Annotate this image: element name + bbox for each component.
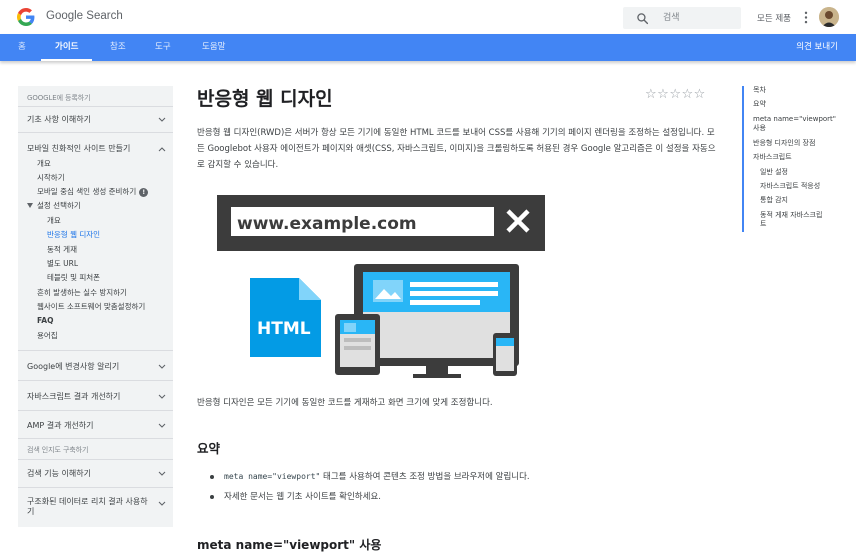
code-snippet: meta name="viewport"	[224, 472, 321, 481]
phone-icon	[493, 333, 517, 376]
toc-item-viewport-2[interactable]: 사용	[753, 124, 766, 133]
sidebar-item-dynamic[interactable]: 동적 게재	[47, 244, 77, 255]
list-item: 자세한 문서는 웹 기초 사이트를 확인하세요.	[210, 490, 530, 510]
send-feedback-button[interactable]: 의견 보내기	[796, 34, 838, 61]
sidebar-item-config[interactable]: 설정 선택하기	[37, 200, 81, 211]
summary-list: meta name="viewport" 태그를 사용하여 콘텐츠 조정 방법을…	[210, 470, 530, 510]
responsive-design-illustration: www.example.com HTML	[217, 195, 545, 378]
chevron-down-icon[interactable]	[158, 117, 166, 123]
sidebar-heading: GOOGLE에 등록하기	[27, 94, 91, 102]
toc-title: 목차	[753, 86, 766, 94]
hero-html-label: HTML	[257, 319, 311, 339]
search-icon[interactable]	[636, 12, 649, 25]
star-icon[interactable]: ☆	[669, 87, 681, 102]
divider	[18, 350, 173, 351]
table-of-contents: 목차 요약 meta name="viewport" 사용 반응형 디자인의 장…	[742, 86, 842, 232]
viewport-section-heading: meta name="viewport" 사용	[197, 538, 382, 552]
sidebar-item-notify-google[interactable]: Google에 변경사항 알리기	[27, 361, 119, 372]
triangle-down-icon[interactable]	[27, 203, 33, 208]
divider	[18, 132, 173, 133]
sidebar-item-responsive[interactable]: 반응형 웹 디자인	[47, 229, 100, 240]
chevron-up-icon[interactable]	[158, 146, 166, 152]
search-input[interactable]	[663, 11, 733, 25]
divider	[18, 410, 173, 411]
divider	[18, 106, 173, 107]
divider	[18, 438, 173, 439]
tab-tools[interactable]: 도구	[155, 34, 171, 61]
divider	[18, 487, 173, 488]
tab-reference[interactable]: 참조	[110, 34, 126, 61]
sidebar-item-overview[interactable]: 개요	[37, 158, 51, 169]
sidebar-item-faq[interactable]: FAQ	[37, 316, 53, 325]
star-icon[interactable]: ☆	[657, 87, 669, 102]
chevron-down-icon[interactable]	[158, 394, 166, 400]
chevron-down-icon[interactable]	[158, 471, 166, 477]
sidebar-item-separate-urls[interactable]: 별도 URL	[47, 258, 78, 269]
toc-item-benefits[interactable]: 반응형 디자인의 장점	[753, 139, 815, 148]
sidebar-item-mobile[interactable]: 모바일 친화적인 사이트 만들기	[27, 143, 130, 154]
page-title: 반응형 웹 디자인	[197, 88, 333, 110]
chevron-down-icon[interactable]	[158, 501, 166, 507]
star-icon[interactable]: ☆	[681, 87, 693, 102]
brand-title[interactable]: Google Search	[46, 10, 123, 22]
intro-paragraph: 반응형 웹 디자인(RWD)은 서버가 항상 모든 기기에 동일한 HTML 코…	[197, 128, 716, 170]
top-header: Google Search 모든 제품	[0, 0, 856, 34]
rating-stars[interactable]: ☆☆☆☆☆	[645, 87, 706, 102]
sidebar-item-config-overview[interactable]: 개요	[47, 215, 61, 226]
sidebar-item-mobile-first[interactable]: 모바일 중심 색인 생성 준비하기!	[37, 186, 149, 197]
chevron-down-icon[interactable]	[158, 423, 166, 429]
summary-heading: 요약	[197, 441, 221, 456]
main-navigation: 홈 가이드 참조 도구 도움말 의견 보내기	[0, 34, 856, 61]
star-icon[interactable]: ☆	[645, 87, 657, 102]
tab-guides[interactable]: 가이드	[40, 34, 94, 61]
html-file-icon: HTML	[250, 278, 321, 357]
sidebar-item-search-features[interactable]: 검색 기능 이해하기	[27, 468, 91, 479]
toc-item-viewport[interactable]: meta name="viewport"	[753, 115, 836, 124]
toc-item-dynamic-js-2[interactable]: 트	[760, 220, 766, 229]
sidebar-item-javascript[interactable]: 자바스크립트 결과 개선하기	[27, 391, 120, 402]
user-avatar[interactable]	[819, 7, 839, 27]
hero-url-text: www.example.com	[237, 214, 417, 234]
sidebar-item-getting-started[interactable]: 시작하기	[37, 172, 65, 183]
sidebar-heading: 검색 인지도 구축하기	[27, 446, 89, 454]
tablet-icon	[335, 314, 380, 375]
more-options-icon[interactable]	[803, 11, 809, 24]
chevron-down-icon[interactable]	[158, 364, 166, 370]
toc-item-general[interactable]: 일반 설정	[760, 168, 788, 177]
tab-home[interactable]: 홈	[18, 34, 26, 61]
sidebar-item-structured-data[interactable]: 구조화된 데이터로 리치 결과 사용하기	[27, 497, 152, 517]
sidebar-item-glossary[interactable]: 용어집	[37, 330, 58, 341]
list-item: meta name="viewport" 태그를 사용하여 콘텐츠 조정 방법을…	[210, 470, 530, 490]
toc-item-summary[interactable]: 요약	[753, 100, 766, 109]
tab-help[interactable]: 도움말	[202, 34, 225, 61]
divider	[18, 380, 173, 381]
sidebar-item-mistakes[interactable]: 흔히 발생하는 실수 방지하기	[37, 287, 127, 298]
sidebar: GOOGLE에 등록하기 기초 사항 이해하기 모바일 친화적인 사이트 만들기…	[18, 86, 173, 527]
sidebar-item-software[interactable]: 웹사이트 소프트웨어 맞춤설정하기	[37, 301, 145, 312]
sidebar-item-label: 모바일 중심 색인 생성 준비하기	[37, 187, 137, 196]
divider	[18, 459, 173, 460]
toc-item-javascript[interactable]: 자바스크립트	[753, 153, 792, 162]
star-icon[interactable]: ☆	[694, 87, 706, 102]
search-box[interactable]	[623, 7, 741, 29]
sidebar-item-basics[interactable]: 기초 사항 이해하기	[27, 114, 91, 125]
sidebar-item-amp[interactable]: AMP 결과 개선하기	[27, 420, 93, 431]
list-item-text[interactable]: 자세한 문서는 웹 기초 사이트를 확인하세요.	[224, 492, 381, 502]
avatar-image-icon	[819, 7, 839, 27]
list-item-text: 태그를 사용하여 콘텐츠 조정 방법을 브라우저에 알립니다.	[320, 472, 530, 482]
sidebar-item-tablets[interactable]: 테블릿 및 피처폰	[47, 272, 100, 283]
toc-item-js-adaptive[interactable]: 자바스크립트 적응성	[760, 182, 820, 191]
info-icon: !	[139, 187, 149, 197]
description-text: 반응형 디자인은 모든 기기에 동일한 코드를 게재하고 화면 크기에 맞게 조…	[197, 398, 493, 408]
google-logo-icon[interactable]	[17, 8, 35, 26]
toc-item-dynamic-js[interactable]: 동적 게재 자바스크립	[760, 211, 822, 220]
toc-item-integrated[interactable]: 통합 감지	[760, 196, 788, 205]
language-selector[interactable]: 모든 제품	[757, 12, 791, 24]
